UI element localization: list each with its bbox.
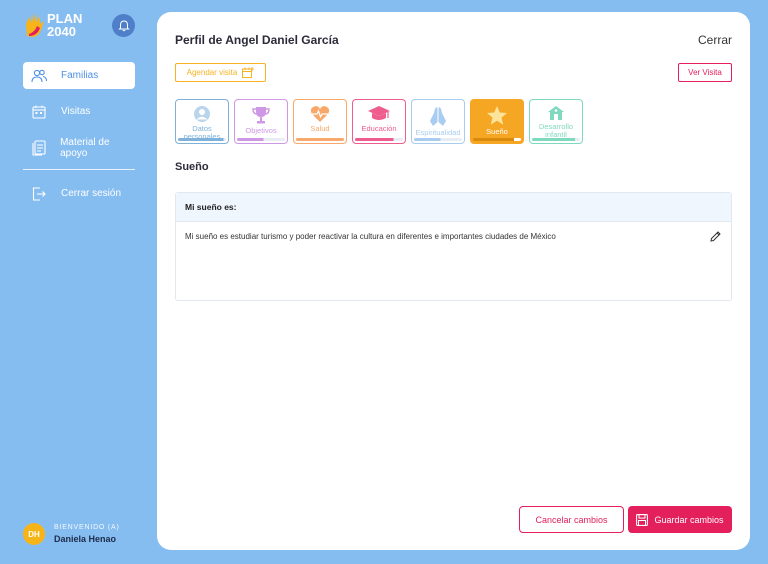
welcome-text: BIENVENIDO (A) <box>54 524 120 531</box>
tab-label: Sueño <box>486 127 508 136</box>
heart-pulse-icon <box>310 106 330 122</box>
schedule-visit-button[interactable]: Agendar visita <box>175 63 266 82</box>
logout-label: Cerrar sesión <box>61 188 122 199</box>
save-icon <box>636 513 649 526</box>
cancel-button[interactable]: Cancelar cambios <box>519 506 624 533</box>
praying-hands-icon <box>430 107 446 126</box>
user-name: Daniela Henao <box>54 534 117 544</box>
user-profile: DH BIENVENIDO (A) Daniela Henao <box>23 523 120 545</box>
sidebar-item-material[interactable]: Material de apoyo <box>23 134 135 161</box>
tab-progress <box>296 138 344 141</box>
logo[interactable]: PLAN 2040 <box>23 12 82 38</box>
sidebar-item-label: Visitas <box>61 106 91 117</box>
save-button[interactable]: Guardar cambios <box>628 506 732 533</box>
logo-line2: 2040 <box>47 24 76 39</box>
dream-text: Mi sueño es estudiar turismo y poder rea… <box>185 232 556 241</box>
avatar: DH <box>23 523 45 545</box>
tab-progress <box>178 138 226 141</box>
view-visit-button[interactable]: Ver Visita <box>678 63 732 82</box>
logo-text: PLAN 2040 <box>47 12 82 38</box>
tab-progress <box>473 138 521 141</box>
tab-progress <box>355 138 403 141</box>
calendar-add-icon <box>242 67 255 78</box>
tab-label: Objetivos <box>245 126 277 135</box>
user-info: BIENVENIDO (A) Daniela Henao <box>54 524 120 544</box>
tab-datos-personales[interactable]: Datos personales <box>175 99 229 144</box>
tab-espiritualidad[interactable]: Espiritualidad <box>411 99 465 144</box>
card-body: Mi sueño es estudiar turismo y poder rea… <box>176 222 731 251</box>
tab-label: Salud <box>310 124 330 133</box>
page-title: Perfil de Angel Daniel García <box>175 33 339 47</box>
tab-label: Desarrollo infantil <box>538 122 574 139</box>
tab-progress <box>414 138 462 141</box>
tab-label: Educación <box>361 124 397 133</box>
schedule-visit-label: Agendar visita <box>186 68 238 77</box>
people-icon <box>31 68 47 84</box>
edit-button[interactable] <box>710 231 721 244</box>
profile-panel: Perfil de Angel Daniel García Cerrar Age… <box>157 12 750 550</box>
graduation-cap-icon <box>368 106 390 120</box>
house-icon <box>548 106 564 120</box>
card-header: Mi sueño es: <box>176 193 731 222</box>
tab-objetivos[interactable]: Objetivos <box>234 99 288 144</box>
hand-logo-icon <box>26 13 44 37</box>
logout-icon <box>31 186 47 202</box>
tab-progress <box>532 138 580 141</box>
document-icon <box>31 139 46 156</box>
notifications-button[interactable] <box>112 14 135 37</box>
tab-progress <box>237 138 285 141</box>
category-tabs: Datos personales Objetivos Salud Educaci… <box>175 99 588 144</box>
sidebar-item-label: Familias <box>61 70 99 81</box>
tab-salud[interactable]: Salud <box>293 99 347 144</box>
tab-sueno[interactable]: Sueño <box>470 99 524 144</box>
sidebar-item-label: Material de apoyo <box>60 136 110 159</box>
person-icon <box>194 106 210 122</box>
tab-educacion[interactable]: Educación <box>352 99 406 144</box>
calendar-icon <box>31 104 47 120</box>
close-button[interactable]: Cerrar <box>698 33 732 47</box>
logout-button[interactable]: Cerrar sesión <box>23 180 135 207</box>
section-title: Sueño <box>175 161 209 173</box>
pencil-icon <box>710 231 721 242</box>
trophy-icon <box>252 107 270 124</box>
bell-icon <box>117 19 130 31</box>
sidebar-item-visitas[interactable]: Visitas <box>23 98 135 125</box>
tab-desarrollo-infantil[interactable]: Desarrollo infantil <box>529 99 583 144</box>
sidebar-divider <box>23 169 135 170</box>
dream-card: Mi sueño es: Mi sueño es estudiar turism… <box>175 192 732 301</box>
save-label: Guardar cambios <box>654 514 724 525</box>
sidebar-item-familias[interactable]: Familias <box>23 62 135 89</box>
tab-label: Espiritualidad <box>415 128 461 137</box>
star-icon <box>487 106 507 125</box>
sidebar: PLAN 2040 Familias Visitas Material de a… <box>0 0 150 564</box>
